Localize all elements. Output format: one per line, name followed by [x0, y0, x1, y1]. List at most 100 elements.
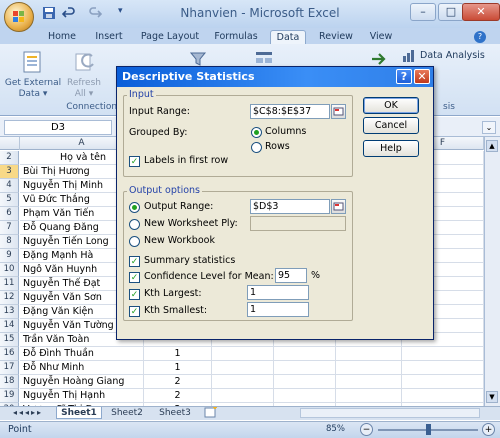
tab-review[interactable]: Review: [316, 30, 356, 44]
grid-cell[interactable]: [402, 347, 484, 361]
confidence-level-checkbox[interactable]: ✓: [129, 272, 140, 283]
sheet-tab-3[interactable]: Sheet3: [152, 407, 198, 419]
minimize-button[interactable]: –: [410, 3, 436, 21]
zoom-slider-thumb[interactable]: [426, 424, 431, 435]
dialog-help-icon[interactable]: ?: [396, 69, 412, 84]
text-to-columns-icon[interactable]: [255, 50, 273, 64]
summary-statistics-checkbox[interactable]: ✓: [129, 256, 140, 267]
cell-b[interactable]: 2: [144, 389, 212, 403]
kth-largest-field[interactable]: 1: [247, 285, 309, 300]
row-header[interactable]: 3: [0, 165, 19, 179]
data-analysis-button[interactable]: Data Analysis: [400, 48, 490, 66]
labels-first-row-checkbox[interactable]: ✓: [129, 156, 140, 167]
cell-name[interactable]: Đỗ Như Minh: [20, 361, 144, 375]
grid-cell[interactable]: [212, 389, 274, 403]
output-range-radio[interactable]: [129, 202, 140, 213]
expand-formula-bar-icon[interactable]: ⌄: [482, 121, 496, 134]
name-box[interactable]: D3: [4, 120, 112, 135]
row-header[interactable]: 16: [0, 347, 19, 361]
output-range-field[interactable]: $D$3: [250, 199, 330, 214]
confidence-level-field[interactable]: 95: [275, 268, 307, 283]
grid-cell[interactable]: [274, 361, 336, 375]
row-header[interactable]: 4: [0, 179, 19, 193]
row-header[interactable]: 17: [0, 361, 19, 375]
tab-formulas[interactable]: Formulas: [210, 30, 262, 44]
outline-icon[interactable]: [370, 52, 392, 66]
grid-cell[interactable]: [212, 347, 274, 361]
tab-view[interactable]: View: [366, 30, 396, 44]
row-header[interactable]: 8: [0, 235, 19, 249]
row-header[interactable]: 11: [0, 277, 19, 291]
cell-name[interactable]: Đỗ Đình Thuần: [20, 347, 144, 361]
new-worksheet-radio[interactable]: [129, 219, 140, 230]
refresh-all-button[interactable]: Refresh All ▾: [64, 50, 104, 100]
cell-name[interactable]: Nguyễn Hoàng Giang: [20, 375, 144, 389]
office-button[interactable]: [4, 2, 34, 32]
row-header[interactable]: 6: [0, 207, 19, 221]
sheet-tab-2[interactable]: Sheet2: [104, 407, 150, 419]
scroll-up-icon[interactable]: ▲: [486, 140, 498, 152]
save-icon[interactable]: [42, 6, 58, 22]
ok-button[interactable]: OK: [363, 97, 419, 114]
grid-cell[interactable]: [212, 361, 274, 375]
grid-cell[interactable]: [402, 375, 484, 389]
cell-b[interactable]: 1: [144, 361, 212, 375]
grid-cell[interactable]: [336, 361, 402, 375]
tab-insert[interactable]: Insert: [90, 30, 128, 44]
sheet-nav-arrows-icon[interactable]: ◂◂◂▸▸: [4, 407, 52, 419]
grid-cell[interactable]: [336, 347, 402, 361]
cell-b[interactable]: 2: [144, 375, 212, 389]
sheet-tab-1[interactable]: Sheet1: [56, 407, 102, 419]
grid-cell[interactable]: [274, 389, 336, 403]
row-header[interactable]: 14: [0, 319, 19, 333]
tab-data[interactable]: Data: [270, 30, 306, 44]
undo-icon[interactable]: [61, 6, 78, 22]
cancel-button[interactable]: Cancel: [363, 117, 419, 134]
grid-cell[interactable]: [336, 389, 402, 403]
maximize-button[interactable]: □: [438, 3, 464, 21]
close-window-button[interactable]: ✕: [462, 3, 500, 21]
get-external-data-button[interactable]: Get External Data ▾: [5, 50, 61, 108]
grid-cell[interactable]: [212, 375, 274, 389]
row-header[interactable]: 2: [0, 151, 19, 165]
scroll-down-icon[interactable]: ▼: [486, 391, 498, 403]
grid-cell[interactable]: [402, 389, 484, 403]
row-header[interactable]: 15: [0, 333, 19, 347]
customize-qat-icon[interactable]: ▾: [118, 6, 134, 22]
row-header[interactable]: 18: [0, 375, 19, 389]
input-range-collapse-icon[interactable]: [331, 104, 346, 119]
grid-cell[interactable]: [274, 375, 336, 389]
zoom-in-icon[interactable]: +: [482, 423, 495, 436]
row-header[interactable]: 19: [0, 389, 19, 403]
select-all-corner[interactable]: [0, 137, 20, 150]
tab-home[interactable]: Home: [44, 30, 80, 44]
grid-cell[interactable]: [274, 347, 336, 361]
vertical-scrollbar[interactable]: [484, 137, 500, 406]
horizontal-scrollbar[interactable]: [300, 408, 480, 418]
row-header[interactable]: 5: [0, 193, 19, 207]
row-header[interactable]: 13: [0, 305, 19, 319]
input-range-field[interactable]: $C$8:$E$37: [250, 104, 330, 119]
cell-name[interactable]: Nguyễn Thị Hạnh: [20, 389, 144, 403]
tab-page-layout[interactable]: Page Layout: [138, 30, 202, 44]
output-range-collapse-icon[interactable]: [331, 199, 346, 214]
row-header[interactable]: 12: [0, 291, 19, 305]
dialog-close-icon[interactable]: ✕: [414, 69, 430, 84]
help-icon[interactable]: ?: [474, 31, 486, 43]
help-button[interactable]: Help: [363, 140, 419, 157]
kth-smallest-field[interactable]: 1: [247, 302, 309, 317]
row-header[interactable]: 9: [0, 249, 19, 263]
filter-icon[interactable]: [189, 52, 210, 66]
rows-radio[interactable]: [251, 142, 262, 153]
redo-icon[interactable]: [88, 6, 104, 22]
columns-radio[interactable]: [251, 127, 262, 138]
insert-sheet-icon[interactable]: [202, 405, 220, 419]
kth-smallest-checkbox[interactable]: ✓: [129, 306, 140, 317]
grid-cell[interactable]: [336, 375, 402, 389]
grid-cell[interactable]: [402, 361, 484, 375]
zoom-out-icon[interactable]: −: [360, 423, 373, 436]
kth-largest-checkbox[interactable]: ✓: [129, 289, 140, 300]
row-header[interactable]: 10: [0, 263, 19, 277]
cell-b[interactable]: 1: [144, 347, 212, 361]
row-header[interactable]: 7: [0, 221, 19, 235]
